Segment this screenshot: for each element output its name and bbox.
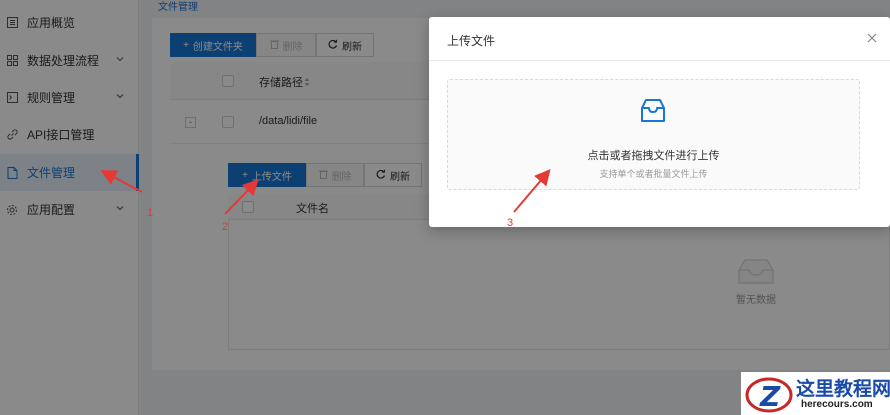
upload-dropzone[interactable]: 点击或者拖拽文件进行上传 支持单个或者批量文件上传 <box>447 79 860 190</box>
dropzone-hint-text: 支持单个或者批量文件上传 <box>599 169 708 179</box>
upload-modal: 上传文件 点击或者拖拽文件进行上传 支持单个或者批量文件上传 <box>429 17 890 227</box>
annotation-label-1: 1 <box>147 207 154 219</box>
svg-text:Z: Z <box>759 380 781 413</box>
close-icon[interactable] <box>866 32 878 44</box>
watermark-url: herecours.com <box>801 399 873 410</box>
annotation-label-2: 2 <box>222 221 229 233</box>
watermark-title: 这里教程网 <box>796 378 890 400</box>
modal-title: 上传文件 <box>447 34 496 48</box>
annotation-label-3: 3 <box>507 217 514 229</box>
inbox-icon <box>641 99 665 122</box>
watermark: Z 这里教程网 herecours.com <box>741 372 890 415</box>
watermark-logo: Z <box>745 377 793 413</box>
dropzone-main-text: 点击或者拖拽文件进行上传 <box>587 150 720 162</box>
modal-header: 上传文件 <box>429 17 890 61</box>
